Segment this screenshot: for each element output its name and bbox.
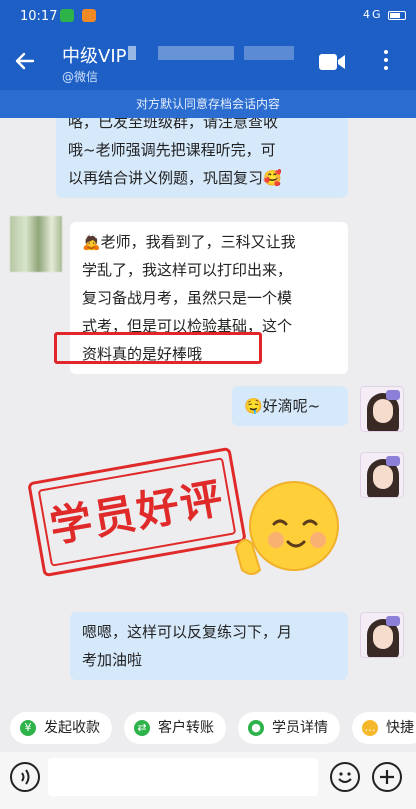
chat-area[interactable]: 咯，已发至班级群，请注意查收 哦~老师强调先把课程听完，可 以再结合讲义例题，巩… [0, 118, 416, 696]
customer-transfer-chip[interactable]: ⇄ 客户转账 [124, 712, 226, 744]
smile-emoji-sticker [234, 481, 339, 575]
more-options-icon[interactable] [378, 46, 394, 76]
avatar[interactable] [360, 612, 404, 658]
blurred-name [128, 46, 136, 60]
back-arrow-icon[interactable] [12, 48, 38, 74]
shortcut-icon: … [362, 720, 378, 736]
avatar[interactable] [360, 452, 404, 498]
voice-icon[interactable] [10, 762, 40, 792]
chat-header: 中级VIP @微信 [0, 34, 416, 90]
collect-payment-chip[interactable]: ¥ 发起收款 [10, 712, 112, 744]
network-indicator: 4G [362, 8, 383, 21]
message-input[interactable] [48, 758, 318, 796]
avatar[interactable] [10, 216, 62, 272]
message-bubble: 咯，已发至班级群，请注意查收 哦~老师强调先把课程听完，可 以再结合讲义例题，巩… [56, 118, 348, 198]
shortcut-chip[interactable]: … 快捷 [352, 712, 416, 744]
message-line: 考加油啦 [82, 651, 143, 669]
student-details-chip[interactable]: ● 学员详情 [238, 712, 340, 744]
quick-actions-bar: ¥ 发起收款 ⇄ 客户转账 ● 学员详情 … 快捷 [0, 706, 416, 750]
chat-subtitle: @微信 [62, 70, 99, 84]
highlight-box [54, 332, 262, 364]
payment-icon: ¥ [20, 720, 36, 736]
app-notification-icon [82, 9, 96, 22]
chat-title: 中级VIP [62, 46, 127, 67]
status-right: 4G [363, 8, 406, 21]
message-line: 以再结合讲义例题，巩固复习🥰 [68, 169, 282, 187]
chip-label: 客户转账 [158, 720, 214, 736]
message-line: 哦~老师强调先把课程听完，可 [68, 141, 276, 159]
blurred-name [244, 46, 294, 60]
message-line: 复习备战月考，虽然只是一个模 [82, 289, 293, 307]
blurred-name [158, 46, 234, 60]
video-call-icon[interactable] [318, 52, 346, 72]
stamp-text: 学员好评 [46, 473, 229, 552]
input-bar [0, 752, 416, 809]
avatar[interactable] [360, 386, 404, 432]
archive-notice: 对方默认同意存档会话内容 [0, 90, 416, 118]
battery-icon [388, 10, 406, 20]
plus-icon[interactable] [372, 762, 402, 792]
message-line: 学乱了，我这样可以打印出来， [82, 261, 293, 279]
transfer-icon: ⇄ [134, 720, 150, 736]
chip-label: 快捷 [386, 720, 414, 736]
message-line: 🙇老师，我看到了，三科又让我 [82, 233, 296, 251]
message-bubble: 嗯嗯，这样可以反复练习下，月 考加油啦 [70, 612, 348, 680]
emoji-icon[interactable] [330, 762, 360, 792]
status-bar: 10:17 4G [0, 0, 416, 34]
review-stamp: 学员好评 [27, 446, 247, 578]
message-line: 嗯嗯，这样可以反复练习下，月 [82, 623, 293, 641]
wechat-notification-icon [60, 9, 74, 22]
status-time: 10:17 [20, 9, 58, 24]
message-bubble: 🤤好滴呢~ [232, 386, 348, 426]
user-icon: ● [248, 720, 264, 736]
chip-label: 学员详情 [272, 720, 328, 736]
message-line: 咯，已发至班级群，请注意查收 [68, 118, 279, 131]
chip-label: 发起收款 [44, 720, 100, 736]
message-line: 🤤好滴呢~ [244, 397, 321, 415]
